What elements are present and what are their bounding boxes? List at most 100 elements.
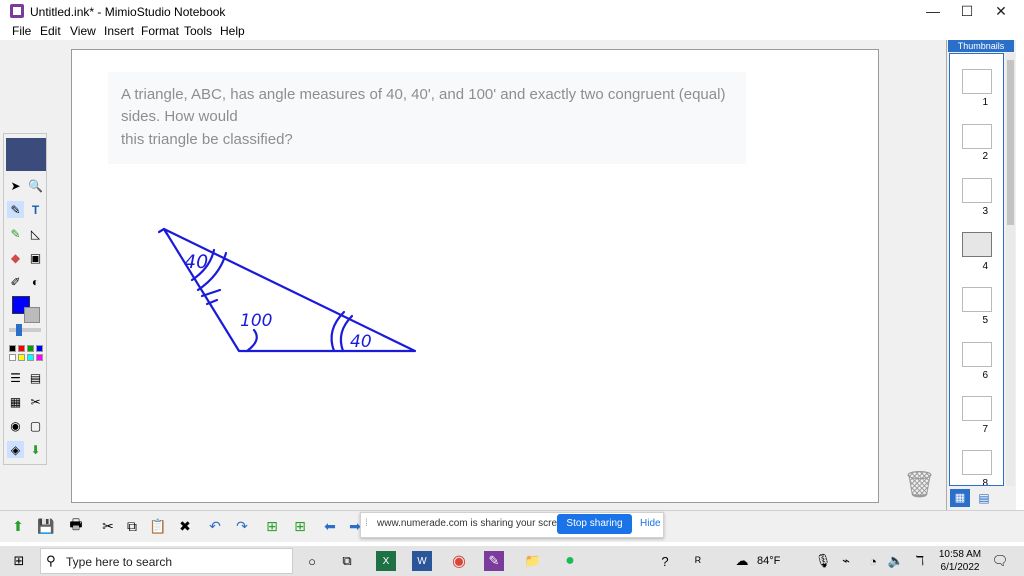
paste-icon[interactable]: 📋 bbox=[148, 516, 168, 536]
minimize-button[interactable]: — bbox=[916, 0, 950, 22]
excel-icon[interactable]: X bbox=[376, 551, 396, 571]
color-palette bbox=[6, 345, 46, 363]
thumbnail-number: 3 bbox=[982, 206, 988, 217]
image-icon[interactable]: ▣ bbox=[27, 249, 44, 266]
menu-tools[interactable]: Tools bbox=[184, 24, 212, 38]
screen-icon[interactable]: ▦ bbox=[7, 393, 24, 410]
top-angle-label: 40 bbox=[184, 251, 208, 273]
previous-page-icon[interactable]: ⬅ bbox=[320, 516, 340, 536]
highlighter-icon[interactable]: ✎ bbox=[7, 225, 24, 242]
color-picker-icon[interactable]: ✐ bbox=[7, 273, 24, 290]
network-icon[interactable]: ⌁ bbox=[836, 551, 856, 571]
menu-format[interactable]: Format bbox=[141, 24, 179, 38]
redo-icon[interactable]: ↷ bbox=[232, 516, 252, 536]
capture-icon[interactable]: ▢ bbox=[27, 417, 44, 434]
start-icon[interactable]: ⊞ bbox=[9, 551, 29, 571]
pen-icon[interactable]: ✎ bbox=[7, 201, 24, 218]
spotify-icon[interactable]: ● bbox=[560, 551, 580, 571]
drag-handle-icon[interactable]: ⁞ bbox=[365, 518, 368, 529]
new-page-icon[interactable]: ⬆ bbox=[8, 516, 28, 536]
menu-view[interactable]: View bbox=[70, 24, 96, 38]
thumbnail-4[interactable] bbox=[962, 232, 992, 257]
eraser-icon[interactable]: ◆ bbox=[7, 249, 24, 266]
palette-swatch[interactable] bbox=[36, 354, 43, 361]
thumbnail-7[interactable] bbox=[962, 396, 992, 421]
file-explorer-icon[interactable]: 📁 bbox=[523, 551, 543, 571]
text-icon[interactable]: T bbox=[27, 201, 44, 218]
palette-swatch[interactable] bbox=[27, 354, 34, 361]
thumbnail-number: 4 bbox=[982, 261, 988, 272]
triangle-drawing[interactable]: 40 100 40 bbox=[150, 220, 430, 365]
shapes-tool-icon[interactable]: ◈ bbox=[7, 441, 24, 458]
hide-button[interactable]: Hide bbox=[640, 518, 661, 529]
select-pointer-icon[interactable]: ➤ bbox=[7, 177, 24, 194]
fill-color-swatch[interactable] bbox=[24, 307, 40, 323]
palette-swatch[interactable] bbox=[36, 345, 43, 352]
weather-icon[interactable]: ☁ bbox=[732, 551, 752, 571]
clock-time[interactable]: 10:58 AM bbox=[938, 549, 982, 560]
cut-icon[interactable]: ✂ bbox=[98, 516, 118, 536]
palette-swatch[interactable] bbox=[9, 354, 16, 361]
palette-swatch[interactable] bbox=[18, 345, 25, 352]
thumbnail-number: 2 bbox=[982, 151, 988, 162]
thumbnail-2[interactable] bbox=[962, 124, 992, 149]
maximize-button[interactable]: ☐ bbox=[950, 0, 984, 22]
menu-help[interactable]: Help bbox=[220, 24, 245, 38]
thumbnail-5[interactable] bbox=[962, 287, 992, 312]
window-title: Untitled.ink* - MimioStudio Notebook bbox=[30, 5, 226, 19]
language-icon[interactable]: ℸ bbox=[910, 551, 930, 571]
thumbnail-8[interactable] bbox=[962, 450, 992, 475]
menu-file[interactable]: File bbox=[12, 24, 31, 38]
shape-icon[interactable]: ◺ bbox=[27, 225, 44, 242]
add-page-icon[interactable]: ⊞ bbox=[262, 516, 282, 536]
notification-icon[interactable]: 🗨 bbox=[990, 551, 1010, 571]
record-icon[interactable]: ◉ bbox=[7, 417, 24, 434]
task-view-icon[interactable]: ⧉ bbox=[337, 551, 357, 571]
stop-sharing-button[interactable]: Stop sharing bbox=[557, 514, 632, 534]
question-line-2: sides. How would bbox=[121, 108, 238, 125]
thumbnail-view-icon[interactable]: ▦ bbox=[950, 489, 970, 507]
chrome-icon[interactable]: ◉ bbox=[449, 551, 469, 571]
menu-edit[interactable]: Edit bbox=[40, 24, 61, 38]
thumbnail-6[interactable] bbox=[962, 342, 992, 367]
mimio-icon[interactable]: ✎ bbox=[484, 551, 504, 571]
microphone-icon[interactable]: 🎙 bbox=[813, 551, 833, 571]
thumbnail-number: 8 bbox=[982, 478, 988, 486]
weather-temp[interactable]: 84°F bbox=[757, 555, 780, 567]
delete-icon[interactable]: ✖ bbox=[175, 516, 195, 536]
app-icon bbox=[10, 4, 24, 18]
people-icon[interactable]: ᴿ bbox=[688, 551, 708, 571]
save-icon[interactable]: 💾 bbox=[36, 516, 56, 536]
thumbnail-1[interactable] bbox=[962, 69, 992, 94]
word-icon[interactable]: W bbox=[412, 551, 432, 571]
menu-insert[interactable]: Insert bbox=[104, 24, 134, 38]
insert-page-icon[interactable]: ⊞ bbox=[290, 516, 310, 536]
toolbox-header[interactable] bbox=[6, 138, 46, 171]
thickness-slider[interactable] bbox=[9, 328, 41, 332]
fill-icon[interactable]: ◐ bbox=[27, 273, 44, 290]
close-button[interactable]: ✕ bbox=[984, 0, 1018, 22]
palette-swatch[interactable] bbox=[27, 345, 34, 352]
trash-icon[interactable]: 🗑 bbox=[903, 468, 936, 500]
palette-swatch[interactable] bbox=[9, 345, 16, 352]
cortana-icon[interactable]: ○ bbox=[302, 551, 322, 571]
thumbnail-scrollbar-thumb[interactable] bbox=[1007, 60, 1014, 225]
volume-icon[interactable]: 🔈 bbox=[886, 551, 906, 571]
lines-icon[interactable]: ☰ bbox=[7, 369, 24, 386]
thumbnail-3[interactable] bbox=[962, 178, 992, 203]
palette-swatch[interactable] bbox=[18, 354, 25, 361]
export-icon[interactable]: ⬇ bbox=[27, 441, 44, 458]
thumbnail-list[interactable]: 1 2 3 4 5 6 7 8 bbox=[949, 53, 1004, 486]
print-icon[interactable]: 🖶 bbox=[66, 516, 86, 536]
wifi-icon[interactable]: ◔ bbox=[863, 551, 883, 571]
help-icon[interactable]: ? bbox=[655, 551, 675, 571]
question-line-1: A triangle, ABC, has angle measures of 4… bbox=[121, 86, 726, 103]
thickness-slider-thumb[interactable] bbox=[16, 324, 22, 336]
undo-icon[interactable]: ↶ bbox=[205, 516, 225, 536]
gallery-view-icon[interactable]: ▤ bbox=[975, 489, 993, 507]
zoom-icon[interactable]: 🔍 bbox=[27, 177, 44, 194]
gallery-icon[interactable]: ▤ bbox=[27, 369, 44, 386]
clock-date[interactable]: 6/1/2022 bbox=[938, 562, 982, 573]
copy-icon[interactable]: ⧉ bbox=[122, 516, 142, 536]
tools-icon[interactable]: ✂ bbox=[27, 393, 44, 410]
